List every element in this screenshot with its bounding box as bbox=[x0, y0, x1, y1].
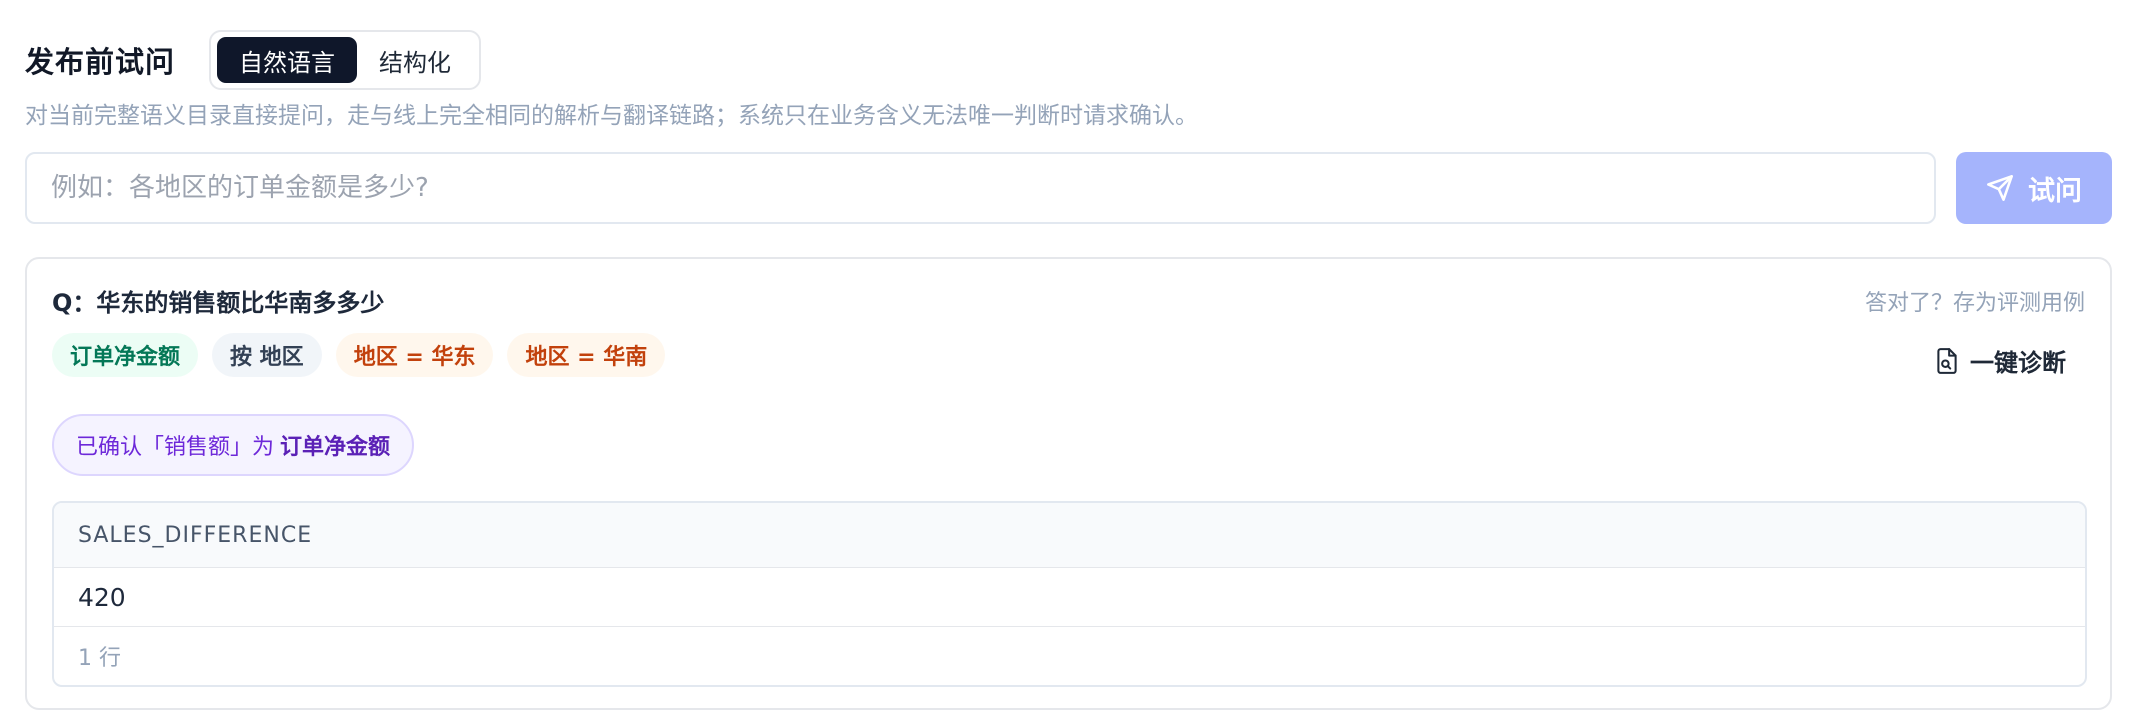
send-icon bbox=[1987, 175, 2013, 201]
diagnose-button-label: 一键诊断 bbox=[1970, 349, 2066, 377]
save-as-test-case-link[interactable]: 答对了？存为评测用例 bbox=[1865, 285, 2085, 317]
chip-metric: 订单净金额 bbox=[52, 333, 199, 377]
result-card: Q：华东的销售额比华南多多少 答对了？存为评测用例 订单净金额 按 地区 地区 … bbox=[25, 257, 2112, 710]
confirmation-pill: 已确认「销售额」为 订单净金额 bbox=[52, 414, 415, 476]
diagnose-button[interactable]: 一键诊断 bbox=[1934, 343, 2066, 378]
tab-natural-language[interactable]: 自然语言 bbox=[217, 37, 358, 83]
question-text: Q：华东的销售额比华南多多少 bbox=[52, 289, 385, 317]
table-header: SALES_DIFFERENCE bbox=[54, 503, 2085, 568]
confirmation-value: 订单净金额 bbox=[280, 435, 391, 460]
chip-filter-east: 地区 = 华东 bbox=[335, 333, 494, 377]
confirmation-prefix: 已确认「销售额」为 bbox=[76, 435, 275, 460]
page: 发布前试问 自然语言 结构化 对当前完整语义目录直接提问，走与线上完全相同的解析… bbox=[0, 0, 2132, 724]
chip-dimension: 按 地区 bbox=[212, 333, 322, 377]
column-header: SALES_DIFFERENCE bbox=[78, 522, 313, 548]
parse-chips: 订单净金额 按 地区 地区 = 华东 地区 = 华南 bbox=[52, 333, 666, 377]
header: 发布前试问 自然语言 结构化 bbox=[25, 30, 482, 90]
chip-filter-south: 地区 = 华南 bbox=[507, 333, 666, 377]
page-description: 对当前完整语义目录直接提问，走与线上完全相同的解析与翻译链路；系统只在业务含义无… bbox=[25, 103, 1198, 129]
table-row: 420 bbox=[54, 568, 2085, 627]
page-title: 发布前试问 bbox=[25, 45, 176, 79]
mode-toggle: 自然语言 结构化 bbox=[209, 30, 482, 90]
ask-button-label: 试问 bbox=[2028, 175, 2082, 207]
result-table: SALES_DIFFERENCE 420 1 行 bbox=[52, 501, 2087, 687]
table-cell: 420 bbox=[78, 582, 126, 612]
question-input[interactable] bbox=[25, 152, 1936, 224]
tab-structured[interactable]: 结构化 bbox=[357, 37, 473, 83]
ask-button[interactable]: 试问 bbox=[1956, 152, 2112, 224]
file-search-icon bbox=[1937, 347, 1957, 374]
row-count: 1 行 bbox=[78, 646, 121, 671]
